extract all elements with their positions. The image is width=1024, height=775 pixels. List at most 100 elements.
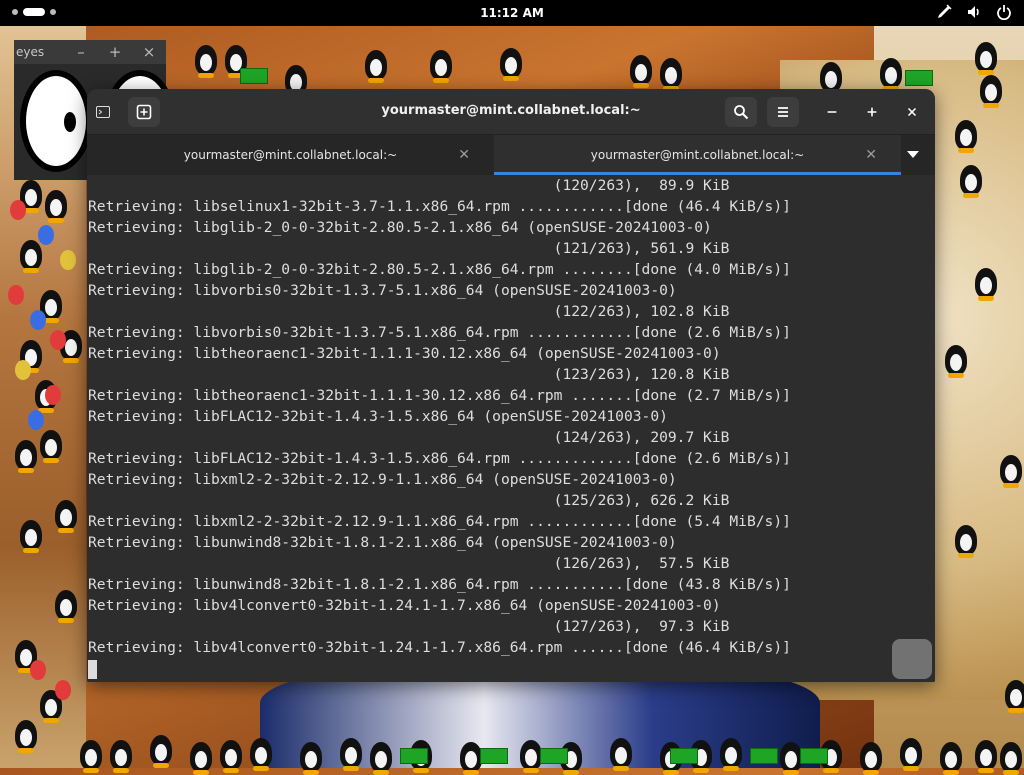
terminal-line: Retrieving: libglib-2_0-0-32bit-2.80.5-2… (88, 219, 712, 236)
penguin-sprite-icon (880, 58, 902, 91)
penguin-sprite-icon (975, 42, 997, 75)
tab-1-close-icon[interactable]: ✕ (458, 135, 470, 175)
terminal-line: (123/263), 120.8 KiB (88, 366, 730, 383)
terminal-window[interactable]: yourmaster@mint.collabnet.local:~ yourma… (87, 89, 935, 682)
balloon-icon (45, 385, 61, 405)
penguin-sprite-icon (975, 268, 997, 301)
book-icon (800, 748, 828, 764)
balloon-icon (50, 330, 66, 350)
penguin-sprite-icon (980, 75, 1002, 108)
penguin-sprite-icon (660, 58, 682, 91)
penguin-sprite-icon (630, 55, 652, 88)
book-icon (540, 748, 568, 764)
balloon-icon (15, 360, 31, 380)
terminal-headerbar[interactable]: yourmaster@mint.collabnet.local:~ (87, 89, 935, 135)
scroll-to-bottom-button[interactable] (892, 639, 932, 679)
balloon-icon (38, 225, 54, 245)
book-icon (400, 748, 428, 764)
hamburger-menu-icon[interactable] (767, 97, 799, 127)
terminal-output[interactable]: (120/263), 89.9 KiB Retrieving: libselinu… (87, 175, 935, 682)
left-eye (20, 70, 92, 172)
penguin-sprite-icon (45, 190, 67, 223)
minimize-icon[interactable] (817, 97, 847, 127)
penguin-sprite-icon (55, 500, 77, 533)
terminal-line: Retrieving: libxml2-2-32bit-2.12.9-1.1.x… (88, 513, 791, 530)
penguin-sprite-icon (430, 50, 452, 83)
book-icon (750, 748, 778, 764)
text-cursor (88, 660, 97, 679)
tab-2-close-icon[interactable]: ✕ (865, 135, 877, 175)
penguin-sprite-icon (900, 738, 922, 771)
clock[interactable]: 11:12 AM (0, 6, 1024, 20)
maximize-icon[interactable] (857, 97, 887, 127)
terminal-line: Retrieving: libFLAC12-32bit-1.4.3-1.5.x8… (88, 408, 668, 425)
terminal-line: Retrieving: libglib-2_0-0-32bit-2.80.5-2… (88, 261, 791, 278)
top-bar: 11:12 AM (0, 0, 1024, 26)
terminal-line: (120/263), 89.9 KiB (88, 177, 730, 194)
penguin-sprite-icon (520, 740, 542, 773)
terminal-line: Retrieving: libtheoraenc1-32bit-1.1.1-30… (88, 387, 791, 404)
balloon-icon (30, 310, 46, 330)
balloon-icon (30, 660, 46, 680)
system-tray[interactable] (936, 4, 1012, 21)
book-icon (240, 68, 268, 84)
terminal-line: Retrieving: libxml2-2-32bit-2.12.9-1.1.x… (88, 471, 677, 488)
terminal-line: Retrieving: libtheoraenc1-32bit-1.1.1-30… (88, 345, 721, 362)
tab-2[interactable]: yourmaster@mint.collabnet.local:~ ✕ (494, 135, 901, 175)
terminal-line: Retrieving: libvorbis0-32bit-1.3.7-5.1.x… (88, 282, 677, 299)
tab-list-chevron-down-icon[interactable] (901, 135, 925, 175)
terminal-line: (126/263), 57.5 KiB (88, 555, 730, 572)
penguin-sprite-icon (955, 525, 977, 558)
power-icon[interactable] (996, 4, 1012, 21)
terminal-line: (125/263), 626.2 KiB (88, 492, 730, 509)
tab-2-label: yourmaster@mint.collabnet.local:~ (590, 148, 805, 162)
tab-1-label: yourmaster@mint.collabnet.local:~ (183, 148, 398, 162)
penguin-sprite-icon (500, 48, 522, 81)
penguin-sprite-icon (820, 62, 842, 95)
terminal-line: Retrieving: libselinux1-32bit-3.7-1.1.x8… (88, 198, 791, 215)
penguin-sprite-icon (15, 440, 37, 473)
search-icon[interactable] (725, 97, 757, 127)
terminal-line: (122/263), 102.8 KiB (88, 303, 730, 320)
left-pupil (64, 112, 76, 132)
tab-bar: yourmaster@mint.collabnet.local:~ ✕ your… (87, 135, 935, 175)
terminal-line: Retrieving: libv4lconvert0-32bit-1.24.1-… (88, 597, 721, 614)
eyes-maximize-button[interactable]: + (98, 40, 132, 64)
balloon-icon (28, 410, 44, 430)
volume-icon[interactable] (966, 4, 982, 20)
penguin-sprite-icon (1005, 680, 1024, 713)
penguin-sprite-icon (220, 740, 242, 773)
penguin-sprite-icon (610, 738, 632, 771)
terminal-line: (124/263), 209.7 KiB (88, 429, 730, 446)
penguin-sprite-icon (975, 740, 997, 773)
tab-1[interactable]: yourmaster@mint.collabnet.local:~ ✕ (87, 135, 494, 175)
terminal-line: Retrieving: libunwind8-32bit-1.8.1-2.1.x… (88, 534, 677, 551)
pen-icon[interactable] (936, 4, 952, 20)
terminal-line: Retrieving: libv4lconvert0-32bit-1.24.1-… (88, 639, 791, 656)
book-icon (670, 748, 698, 764)
balloon-icon (10, 200, 26, 220)
penguin-sprite-icon (20, 240, 42, 273)
terminal-title: yourmaster@mint.collabnet.local:~ (381, 103, 641, 118)
eyes-close-button[interactable]: × (132, 40, 166, 64)
eyes-window-titlebar[interactable]: eyes – + × (14, 40, 166, 64)
eyes-window-title: eyes (16, 45, 45, 59)
balloon-icon (8, 285, 24, 305)
penguin-sprite-icon (720, 738, 742, 771)
terminal-prompt-line[interactable] (88, 658, 935, 679)
terminal-line: (127/263), 97.3 KiB (88, 618, 730, 635)
terminal-line: Retrieving: libvorbis0-32bit-1.3.7-5.1.x… (88, 324, 791, 341)
balloon-icon (55, 680, 71, 700)
terminal-line: Retrieving: libunwind8-32bit-1.8.1-2.1.x… (88, 576, 791, 593)
penguin-sprite-icon (945, 345, 967, 378)
penguin-sprite-icon (365, 50, 387, 83)
penguin-sprite-icon (150, 735, 172, 768)
penguin-sprite-icon (40, 430, 62, 463)
close-icon[interactable] (897, 97, 927, 127)
penguin-sprite-icon (55, 590, 77, 623)
penguin-sprite-icon (80, 740, 102, 773)
penguin-sprite-icon (340, 738, 362, 771)
penguin-sprite-icon (250, 738, 272, 771)
terminal-line: (121/263), 561.9 KiB (88, 240, 730, 257)
eyes-minimize-button[interactable]: – (64, 40, 98, 64)
